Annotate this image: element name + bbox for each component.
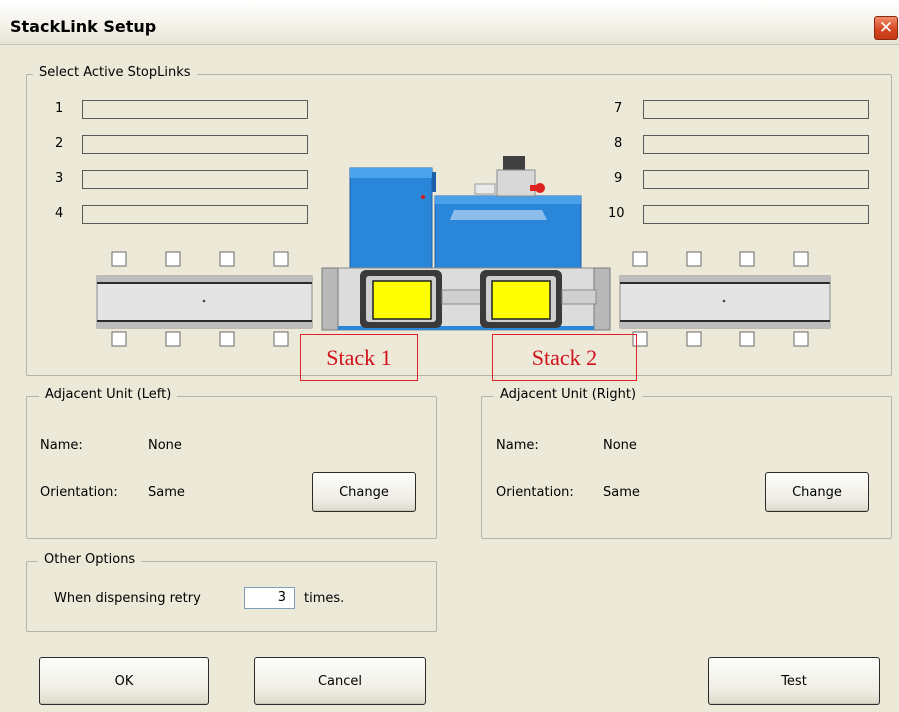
adjacent-right-legend: Adjacent Unit (Right): [494, 387, 643, 402]
stoplink-label-4: 4: [55, 206, 64, 221]
change-left-button[interactable]: Change: [312, 472, 416, 512]
stoplink-label-2: 2: [55, 136, 64, 151]
stoplink-slot-7[interactable]: [643, 100, 869, 119]
window-title: StackLink Setup: [10, 17, 157, 36]
adjacent-left-orientation-label: Orientation:: [40, 485, 118, 500]
close-icon: ✕: [878, 17, 894, 38]
stacklink-machine-illustration: [96, 156, 831, 347]
adjacent-right-name-value: None: [603, 438, 637, 453]
adjacent-right-name-label: Name:: [496, 438, 539, 453]
stoplink-slot-1[interactable]: [82, 100, 308, 119]
stoplink-label-7: 7: [614, 101, 623, 116]
stoplink-label-3: 3: [55, 171, 64, 186]
other-options-legend: Other Options: [38, 552, 142, 567]
change-right-button[interactable]: Change: [765, 472, 869, 512]
stoplink-label-8: 8: [614, 136, 623, 151]
left-conveyor: [96, 275, 313, 329]
retry-count-input[interactable]: 3: [244, 587, 295, 609]
test-button[interactable]: Test: [708, 657, 880, 705]
cancel-button[interactable]: Cancel: [254, 657, 426, 705]
retry-prefix-label: When dispensing retry: [54, 591, 201, 606]
adjacent-left-group: [26, 396, 437, 539]
stoplinks-legend: Select Active StopLinks: [33, 65, 197, 80]
adjacent-left-orientation-value: Same: [148, 485, 185, 500]
adjacent-left-name-label: Name:: [40, 438, 83, 453]
adjacent-right-orientation-value: Same: [603, 485, 640, 500]
adjacent-left-legend: Adjacent Unit (Left): [39, 387, 178, 402]
stoplink-label-1: 1: [55, 101, 64, 116]
adjacent-right-orientation-label: Orientation:: [496, 485, 574, 500]
stack2-label: Stack 2: [492, 334, 637, 381]
adjacent-left-name-value: None: [148, 438, 182, 453]
stack1-label: Stack 1: [300, 334, 418, 381]
ok-button[interactable]: OK: [39, 657, 209, 705]
adjacent-right-group: [481, 396, 892, 539]
close-button[interactable]: ✕: [874, 16, 898, 40]
right-conveyor: [619, 275, 831, 329]
retry-suffix-label: times.: [304, 591, 345, 606]
